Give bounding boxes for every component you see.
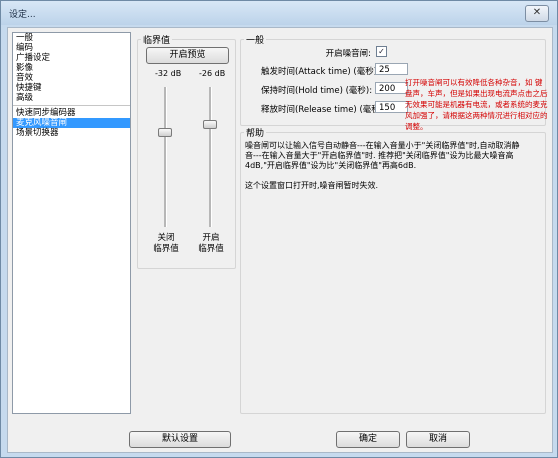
- open-threshold-slider-track[interactable]: [209, 87, 212, 227]
- threshold-group: 临界值 开启预览 -32 dB -26 dB 关闭 临界值 开启 临界值: [137, 33, 236, 269]
- default-settings-button[interactable]: 默认设置: [129, 431, 231, 448]
- release-time-label: 释放时间(Release time) (毫秒):: [261, 105, 386, 115]
- window-title: 设定...: [9, 10, 36, 20]
- noise-gate-tip-note: 打开噪音闸可以有效降低各种杂音，如 键盘声，车声，但是如果出现电流声点击之后无效…: [405, 78, 548, 131]
- ok-button[interactable]: 确定: [336, 431, 400, 448]
- sidebar-item-video[interactable]: 影像: [13, 63, 130, 73]
- settings-nav-list[interactable]: 一般 编码 广播设定 影像 音效 快捷键 高级 快速同步编码器 麦克风噪音闸 场…: [12, 32, 131, 414]
- help-paragraph-2: 这个设置窗口打开时,噪音闸暂时失效.: [245, 181, 379, 190]
- open-threshold-label-line2: 临界值: [198, 244, 224, 254]
- sidebar-item-broadcast[interactable]: 广播设定: [13, 53, 130, 63]
- open-threshold-label: 开启 临界值: [191, 233, 231, 255]
- title-bar: 设定... ✕: [1, 1, 557, 25]
- open-threshold-slider-thumb[interactable]: [203, 120, 217, 129]
- sidebar-item-encoding[interactable]: 编码: [13, 43, 130, 53]
- sidebar-item-scene-switcher[interactable]: 场景切换器: [13, 128, 130, 138]
- attack-time-input[interactable]: 25: [375, 63, 408, 75]
- threshold-group-title: 临界值: [141, 33, 173, 46]
- sidebar-item-advanced[interactable]: 高级: [13, 93, 130, 103]
- open-threshold-label-line1: 开启: [202, 233, 220, 243]
- close-threshold-label-line2: 临界值: [153, 244, 179, 254]
- help-group-title: 帮助: [244, 126, 267, 139]
- checkmark-icon: ✓: [378, 47, 385, 56]
- close-button[interactable]: ✕: [525, 5, 549, 22]
- close-threshold-db: -32 dB: [155, 69, 182, 78]
- help-text: 噪音闸可以让输入信号自动静音---在输入音量小于"关闭临界值"时,自动取消静音-…: [245, 141, 525, 201]
- sidebar-item-audio[interactable]: 音效: [13, 73, 130, 83]
- sidebar-item-general[interactable]: 一般: [13, 33, 130, 43]
- sidebar-item-quicksync[interactable]: 快速同步编码器: [13, 108, 130, 118]
- attack-time-label: 触发时间(Attack time) (毫秒):: [261, 67, 380, 77]
- client-area: 一般 编码 广播设定 影像 音效 快捷键 高级 快速同步编码器 麦克风噪音闸 场…: [7, 27, 553, 453]
- close-threshold-slider-thumb[interactable]: [158, 128, 172, 137]
- sidebar-divider: [13, 105, 130, 106]
- sidebar-item-hotkeys[interactable]: 快捷键: [13, 83, 130, 93]
- help-group: 帮助 噪音闸可以让输入信号自动静音---在输入音量小于"关闭临界值"时,自动取消…: [240, 126, 546, 414]
- close-threshold-slider-track[interactable]: [164, 87, 167, 227]
- enable-noise-gate-label: 开启噪音闸:: [325, 49, 371, 59]
- enable-noise-gate-checkbox[interactable]: ✓: [376, 46, 387, 57]
- open-threshold-db: -26 dB: [199, 69, 226, 78]
- cancel-button[interactable]: 取消: [406, 431, 470, 448]
- close-threshold-label: 关闭 临界值: [146, 233, 186, 255]
- settings-window: 设定... ✕ 一般 编码 广播设定 影像 音效 快捷键 高级 快速同步编码器 …: [0, 0, 558, 458]
- hold-time-input[interactable]: 200: [375, 82, 408, 94]
- general-group-title: 一般: [244, 33, 267, 46]
- release-time-input[interactable]: 150: [375, 101, 408, 113]
- help-paragraph-1: 噪音闸可以让输入信号自动静音---在输入音量小于"关闭临界值"时,自动取消静音-…: [245, 141, 520, 170]
- sidebar-item-noise-gate[interactable]: 麦克风噪音闸: [13, 118, 130, 128]
- close-threshold-label-line1: 关闭: [157, 233, 175, 243]
- preview-button[interactable]: 开启预览: [146, 47, 229, 64]
- hold-time-label: 保持时间(Hold time) (毫秒):: [261, 86, 373, 96]
